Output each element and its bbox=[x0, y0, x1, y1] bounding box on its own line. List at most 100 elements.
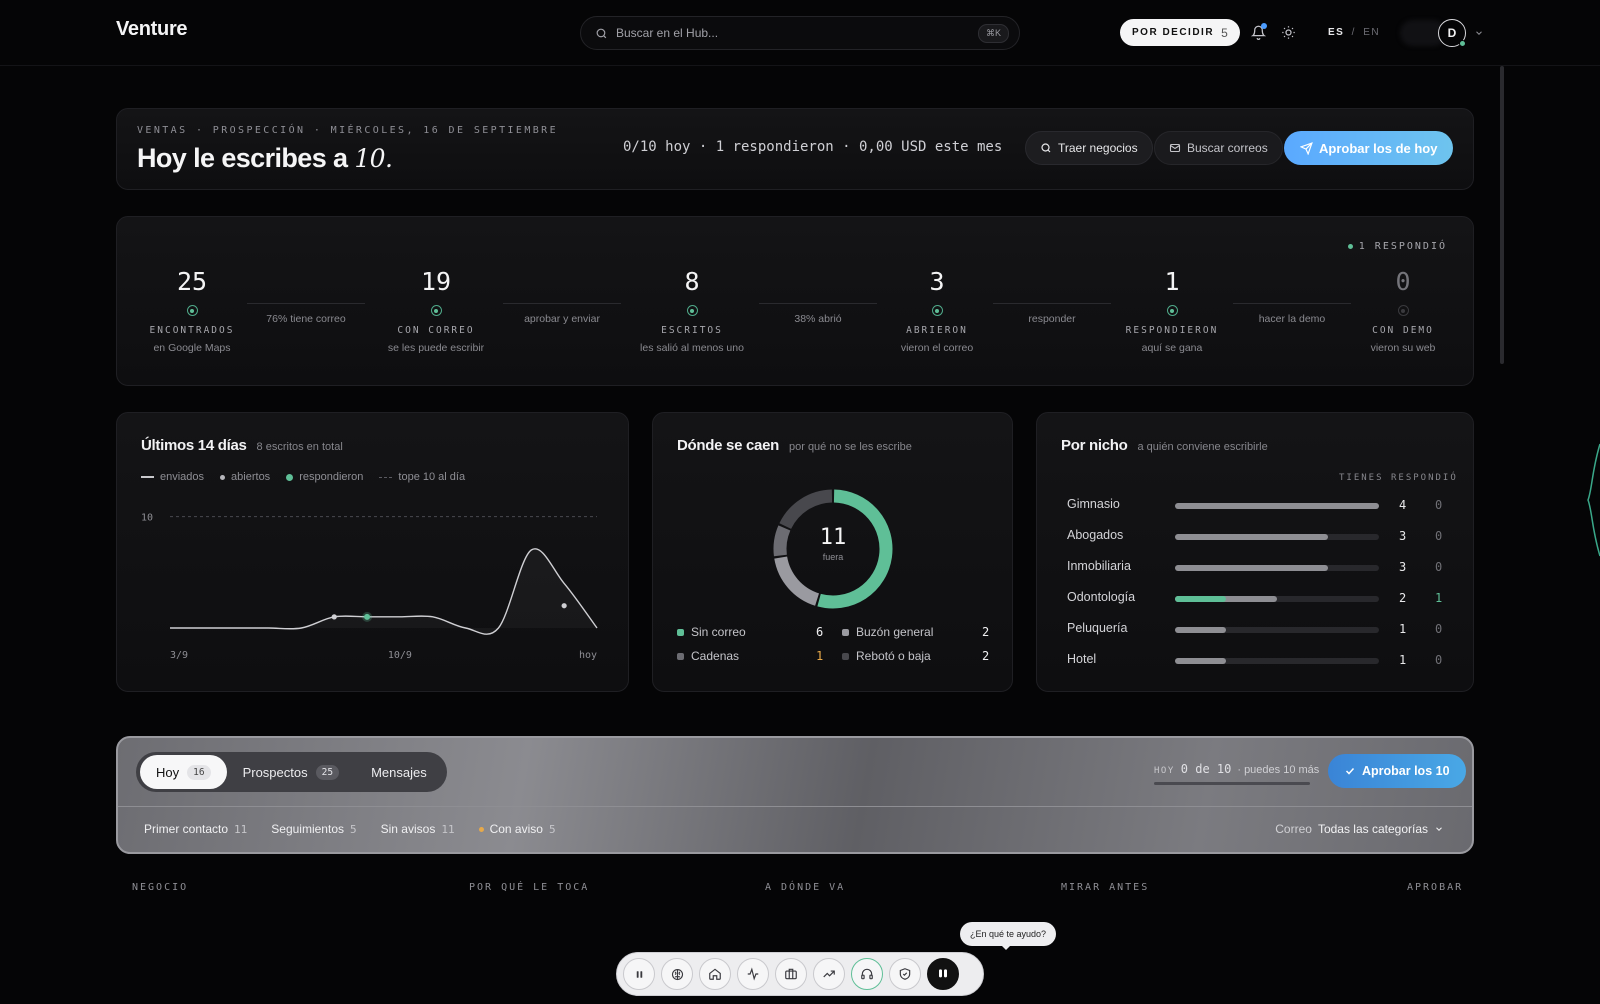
legend-tope: tope 10 al día bbox=[379, 471, 465, 483]
niche-row-odontologia[interactable]: Odontología 2 1 bbox=[1067, 590, 1447, 606]
lang-en[interactable]: EN bbox=[1363, 27, 1380, 38]
tab-prospectos[interactable]: Prospectos 25 bbox=[227, 755, 356, 789]
col-aprobar[interactable]: APROBAR bbox=[1407, 882, 1463, 893]
trending-up-icon[interactable] bbox=[813, 958, 845, 990]
funnel-stage-con-correo[interactable]: 19 CON CORREO se les puede escribir bbox=[366, 267, 506, 354]
donde-se-caen-card: Dónde se caen por qué no se les escribe … bbox=[652, 412, 1013, 692]
stage-marker-icon bbox=[686, 305, 698, 316]
donut-slice[interactable] bbox=[779, 489, 833, 530]
niche-subtitle: a quién conviene escribirle bbox=[1137, 441, 1268, 453]
drop-item-buzon-general[interactable]: Buzón general 2 bbox=[842, 625, 989, 639]
legend-respondieron: respondieron bbox=[286, 471, 363, 483]
filter-primer-contacto[interactable]: Primer contacto 11 bbox=[144, 822, 247, 836]
chart-legend: enviados abiertos respondieron tope 10 a… bbox=[141, 471, 465, 483]
tab-label: Prospectos bbox=[242, 764, 308, 780]
funnel-stage-abrieron[interactable]: 3 ABRIERON vieron el correo bbox=[867, 267, 1007, 354]
drop-item-reboto-o-baja[interactable]: Rebotó o baja 2 bbox=[842, 649, 989, 663]
bell-icon[interactable] bbox=[1248, 22, 1268, 42]
niche-name: Hotel bbox=[1067, 652, 1097, 666]
niche-respondio: 0 bbox=[1435, 622, 1443, 636]
legend-label: enviados bbox=[160, 471, 205, 483]
tab-mensajes[interactable]: Mensajes bbox=[355, 755, 443, 789]
headphones-icon[interactable] bbox=[851, 958, 883, 990]
today-stats: 0/10 hoy · 1 respondieron · 0,00 USD est… bbox=[623, 139, 1003, 155]
tab-count: 16 bbox=[187, 764, 211, 780]
stage-marker-icon bbox=[1397, 305, 1409, 316]
drop-item-cadenas[interactable]: Cadenas 1 bbox=[677, 649, 823, 663]
niche-row-inmobiliaria[interactable]: Inmobiliaria 3 0 bbox=[1067, 559, 1447, 575]
niche-row-abogados[interactable]: Abogados 3 0 bbox=[1067, 528, 1447, 544]
niche-row-hotel[interactable]: Hotel 1 0 bbox=[1067, 652, 1447, 668]
niche-respondio: 0 bbox=[1435, 529, 1443, 543]
niche-name: Gimnasio bbox=[1067, 497, 1120, 511]
avatar[interactable]: D bbox=[1438, 19, 1466, 47]
brain-icon[interactable] bbox=[661, 958, 693, 990]
funnel-connector bbox=[993, 303, 1111, 304]
filter-con-aviso[interactable]: Con aviso 5 bbox=[478, 822, 556, 836]
page-title-number: 10. bbox=[354, 144, 393, 173]
funnel-stage-encontrados[interactable]: 25 ENCONTRADOS en Google Maps bbox=[122, 267, 262, 354]
filter-label: Con aviso bbox=[489, 822, 543, 836]
por-decidir-button[interactable]: POR DECIDIR 5 bbox=[1120, 19, 1240, 46]
pause-icon[interactable] bbox=[623, 958, 655, 990]
col-mirar-antes[interactable]: MIRAR ANTES bbox=[1061, 882, 1149, 893]
queue-filters: Primer contacto 11 Seguimientos 5 Sin avis… bbox=[144, 822, 556, 836]
bottom-dock bbox=[616, 952, 984, 996]
col-a-donde-va[interactable]: A DÓNDE VA bbox=[765, 882, 845, 893]
stage-label: CON DEMO bbox=[1372, 325, 1434, 336]
x-tick-label: 10/9 bbox=[388, 650, 412, 661]
quota-progress-bar bbox=[1154, 782, 1310, 785]
stage-marker-icon bbox=[931, 305, 943, 316]
niche-tienes: 1 bbox=[1399, 622, 1407, 636]
niche-row-peluqueria[interactable]: Peluquería 1 0 bbox=[1067, 621, 1447, 637]
correo-category-select[interactable]: Correo Todas las categorías bbox=[1275, 822, 1444, 836]
niche-bar-track bbox=[1175, 658, 1379, 664]
filter-sin-avisos[interactable]: Sin avisos 11 bbox=[381, 822, 455, 836]
shield-check-icon[interactable] bbox=[889, 958, 921, 990]
language-switch[interactable]: ES / EN bbox=[1328, 27, 1380, 38]
avatar-initial: D bbox=[1447, 26, 1457, 40]
col-respondio: RESPONDIÓ bbox=[1391, 473, 1458, 483]
funnel-stage-respondieron[interactable]: 1 RESPONDIERON aquí se gana bbox=[1102, 267, 1242, 354]
scrollbar[interactable] bbox=[1500, 66, 1504, 364]
aprobar-hoy-button[interactable]: Aprobar los de hoy bbox=[1284, 131, 1454, 165]
col-negocio[interactable]: NEGOCIO bbox=[132, 882, 188, 893]
funnel-stage-escritos[interactable]: 8 ESCRITOS les salió al menos uno bbox=[622, 267, 762, 354]
send-icon bbox=[1300, 141, 1313, 155]
search-input[interactable]: Buscar en el Hub... ⌘K bbox=[580, 16, 1020, 50]
stage-marker-icon bbox=[186, 305, 198, 316]
assistant-icon[interactable] bbox=[927, 958, 959, 990]
lang-es[interactable]: ES bbox=[1328, 27, 1344, 38]
check-icon bbox=[1345, 767, 1355, 775]
tab-label: Mensajes bbox=[371, 764, 427, 780]
niche-name: Odontología bbox=[1067, 590, 1136, 604]
activity-icon[interactable] bbox=[737, 958, 769, 990]
home-icon[interactable] bbox=[699, 958, 731, 990]
respondieron-point bbox=[364, 613, 371, 620]
niche-row-gimnasio[interactable]: Gimnasio 4 0 bbox=[1067, 497, 1447, 513]
briefcase-icon[interactable] bbox=[775, 958, 807, 990]
filter-seguimientos[interactable]: Seguimientos 5 bbox=[271, 822, 356, 836]
assistant-tooltip: ¿En qué te ayudo? bbox=[960, 922, 1057, 950]
filter-label: Primer contacto bbox=[144, 822, 229, 836]
buscar-correos-button[interactable]: Buscar correos bbox=[1154, 131, 1283, 165]
por-decidir-label: POR DECIDIR bbox=[1132, 27, 1215, 38]
aprobar-los-10-button[interactable]: Aprobar los 10 bbox=[1328, 754, 1466, 788]
quota-key: HOY bbox=[1154, 766, 1175, 776]
drop-item-sin-correo[interactable]: Sin correo 6 bbox=[677, 625, 823, 639]
traer-negocios-button[interactable]: Traer negocios bbox=[1025, 131, 1153, 165]
donut-center: 11 fuera bbox=[763, 525, 903, 562]
niche-bar-fill bbox=[1175, 534, 1328, 540]
chevron-down-icon[interactable] bbox=[1472, 26, 1486, 40]
brand-logo[interactable]: Venture bbox=[116, 18, 188, 41]
breadcrumb: VENTAS · PROSPECCIÓN · MIÉRCOLES, 16 DE … bbox=[137, 125, 559, 136]
drop-item-label: Buzón general bbox=[856, 625, 934, 639]
donut-slice[interactable] bbox=[774, 556, 820, 606]
sun-icon[interactable] bbox=[1278, 22, 1298, 42]
funnel-connector bbox=[247, 303, 365, 304]
tab-hoy[interactable]: Hoy 16 bbox=[140, 755, 227, 789]
funnel-stage-con-demo[interactable]: 0 CON DEMO vieron su web bbox=[1333, 267, 1473, 354]
col-por-que-le-toca[interactable]: POR QUÉ LE TOCA bbox=[469, 882, 589, 893]
drop-item-value: 2 bbox=[982, 649, 990, 663]
filter-count: 5 bbox=[350, 822, 357, 836]
